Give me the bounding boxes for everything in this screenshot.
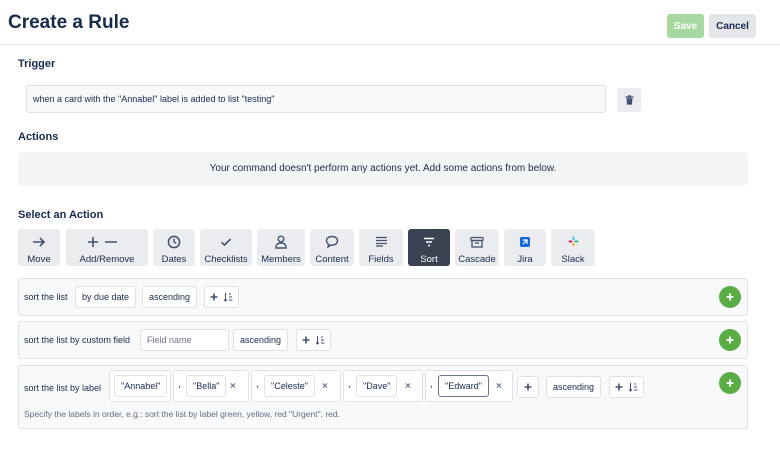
tab-cascade[interactable]: Cascade xyxy=(455,229,499,266)
remove-icon[interactable]: × xyxy=(496,381,502,392)
remove-icon[interactable]: × xyxy=(405,381,411,392)
row-label: sort the list by label xyxy=(24,383,102,393)
plus-icon xyxy=(726,336,734,344)
sort-order-icon xyxy=(223,293,233,302)
tab-fields[interactable]: Fields xyxy=(359,229,403,266)
lines-icon xyxy=(375,234,388,249)
filter-icon xyxy=(423,234,435,249)
plus-icon xyxy=(302,336,310,344)
jira-logo-icon xyxy=(520,234,530,249)
actions-heading: Actions xyxy=(18,131,59,143)
archive-icon xyxy=(470,234,484,249)
actions-empty-message: Your command doesn't perform any actions… xyxy=(18,152,748,186)
plus-icon xyxy=(615,383,623,391)
label-group: , "Celeste" × xyxy=(251,370,341,402)
label-group: , "Dave" × xyxy=(343,370,423,402)
tab-dates[interactable]: Dates xyxy=(153,229,195,266)
tab-sort[interactable]: Sort xyxy=(408,229,450,266)
plus-icon xyxy=(524,383,532,391)
remove-icon[interactable]: × xyxy=(322,381,328,392)
tab-members[interactable]: Members xyxy=(257,229,305,266)
plus-minus-icon xyxy=(87,234,127,249)
speech-bubble-icon xyxy=(325,234,339,249)
label-group: , "Edward" × xyxy=(425,370,513,402)
select-action-heading: Select an Action xyxy=(18,209,104,221)
add-action-button[interactable] xyxy=(719,329,741,351)
clock-icon xyxy=(167,234,181,249)
tab-add-remove[interactable]: Add/Remove xyxy=(66,229,148,266)
sort-order-select[interactable]: ascending xyxy=(233,329,289,351)
sort-by-label-row: sort the list by label "Annabel" , "Bell… xyxy=(18,365,748,429)
tab-move[interactable]: Move xyxy=(18,229,60,266)
tab-jira[interactable]: Jira xyxy=(504,229,546,266)
page-title: Create a Rule xyxy=(8,12,130,33)
add-sort-option[interactable] xyxy=(609,376,644,398)
plus-icon xyxy=(726,293,734,301)
tab-checklists[interactable]: Checklists xyxy=(200,229,252,266)
sort-by-due-date-row: sort the list by due date ascending xyxy=(18,278,748,316)
label-chip[interactable]: "Celeste" xyxy=(264,375,315,397)
add-action-button[interactable] xyxy=(719,372,741,394)
row-label: sort the list xyxy=(24,292,68,302)
add-label-button[interactable] xyxy=(517,376,539,398)
add-sort-option[interactable] xyxy=(204,286,239,308)
sort-order-icon xyxy=(628,383,638,392)
sort-order-select[interactable]: ascending xyxy=(142,286,198,308)
label-group: , "Bella" × xyxy=(173,370,249,402)
cancel-button[interactable]: Cancel xyxy=(709,14,756,38)
person-icon xyxy=(275,234,287,249)
header: Create a Rule Save Cancel xyxy=(0,0,780,45)
label-hint: Specify the labels in order, e.g.: sort … xyxy=(24,409,340,419)
save-button[interactable]: Save xyxy=(667,14,704,38)
sort-by-custom-field-row: sort the list by custom field Field name… xyxy=(18,321,748,359)
label-chip[interactable]: "Dave" xyxy=(356,375,398,397)
row-label: sort the list by custom field xyxy=(24,335,131,345)
arrow-right-icon xyxy=(32,234,46,249)
label-chip[interactable]: "Bella" xyxy=(186,375,227,397)
add-sort-option[interactable] xyxy=(296,329,331,351)
sort-by-select[interactable]: by due date xyxy=(75,286,137,308)
trigger-heading: Trigger xyxy=(18,58,56,70)
remove-icon[interactable]: × xyxy=(230,381,236,392)
trigger-text[interactable]: when a card with the "Annabel" label is … xyxy=(26,85,606,113)
trash-icon xyxy=(625,95,633,105)
label-chip[interactable]: "Annabel" xyxy=(114,375,168,397)
label-group: "Annabel" xyxy=(109,370,171,402)
plus-icon xyxy=(210,293,218,301)
tab-content[interactable]: Content xyxy=(310,229,354,266)
delete-trigger-button[interactable] xyxy=(617,88,641,112)
tab-slack[interactable]: Slack xyxy=(551,229,595,266)
field-name-input[interactable]: Field name xyxy=(140,329,229,351)
slack-logo-icon xyxy=(568,234,579,249)
sort-order-icon xyxy=(315,336,325,345)
check-icon xyxy=(220,234,232,249)
label-chip[interactable]: "Edward" xyxy=(438,375,489,397)
sort-order-select[interactable]: ascending xyxy=(546,376,602,398)
add-action-button[interactable] xyxy=(719,286,741,308)
plus-icon xyxy=(726,379,734,387)
